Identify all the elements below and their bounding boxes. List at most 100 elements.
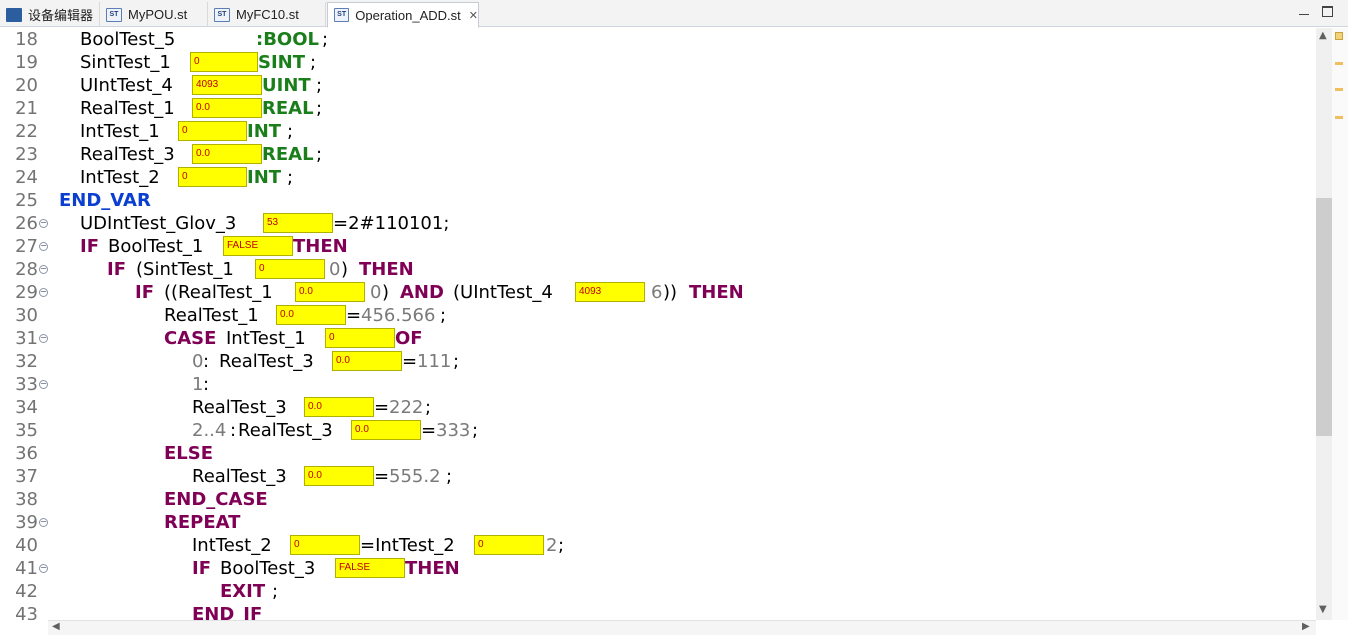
code-line: 18 BoolTest_5 :BOOL ; <box>0 28 1316 51</box>
semicolon: ; <box>453 351 460 372</box>
overview-mark[interactable] <box>1335 62 1343 65</box>
tab-mypou[interactable]: ST MyPOU.st <box>100 2 208 27</box>
type-keyword: INT <box>247 121 282 142</box>
of-keyword: OF <box>395 328 423 349</box>
monitor-value[interactable]: 0.0 <box>276 305 346 325</box>
end-var-keyword: END_VAR <box>59 190 151 211</box>
number-literal: 555.2 <box>389 466 441 487</box>
semicolon: ; <box>446 466 453 487</box>
type-keyword: REAL <box>262 98 314 119</box>
fold-collapse-icon[interactable]: − <box>39 219 48 228</box>
identifier: IntTest_2 <box>80 167 160 188</box>
line-number: 35 <box>15 420 38 441</box>
number-literal: 0 <box>329 259 341 280</box>
identifier: IntTest_1 <box>80 121 160 142</box>
monitor-value[interactable]: FALSE <box>223 236 293 256</box>
monitor-value[interactable]: 0 <box>190 52 258 72</box>
semicolon: ; <box>316 75 323 96</box>
line-number: 23 <box>15 144 38 165</box>
number-literal: 111 <box>417 351 452 372</box>
monitor-value[interactable]: 0 <box>178 167 247 187</box>
monitor-value[interactable]: 0.0 <box>295 282 365 302</box>
scroll-down-icon[interactable]: ▼ <box>1319 604 1327 615</box>
fold-collapse-icon[interactable]: − <box>39 380 48 389</box>
colon: : <box>230 420 237 441</box>
tab-device-editor[interactable]: 设备编辑器 <box>0 2 100 27</box>
fold-collapse-icon[interactable]: − <box>39 518 48 527</box>
identifier: RealTest_3 <box>238 420 333 441</box>
fold-collapse-icon[interactable]: − <box>39 265 48 274</box>
code-line: 31 − CASE IntTest_1 0 OF <box>0 327 1316 350</box>
scroll-up-icon[interactable]: ▲ <box>1319 30 1327 41</box>
monitor-value[interactable]: 0 <box>474 535 544 555</box>
monitor-value[interactable]: 0.0 <box>192 144 262 164</box>
semicolon: ; <box>440 305 447 326</box>
tab-label: MyFC10.st <box>236 7 299 22</box>
fold-collapse-icon[interactable]: − <box>39 334 48 343</box>
minimize-icon[interactable] <box>1299 12 1309 15</box>
monitor-value[interactable]: 0.0 <box>332 351 402 371</box>
code-line: 34 RealTest_3 0.0 = 222 ; <box>0 396 1316 419</box>
identifier: UIntTest_4 <box>80 75 173 96</box>
code-editor[interactable]: 18 BoolTest_5 :BOOL ; 19 SintTest_1 0 SI… <box>0 28 1348 620</box>
number-literal: 6 <box>651 282 663 303</box>
monitor-value[interactable]: 0 <box>178 121 247 141</box>
monitor-value[interactable]: 53 <box>263 213 333 233</box>
monitor-value[interactable]: 0.0 <box>304 466 374 486</box>
code-line: 29 − IF ((RealTest_1 0.0 0 ) AND (UIntTe… <box>0 281 1316 304</box>
fold-collapse-icon[interactable]: − <box>39 564 48 573</box>
monitor-value[interactable]: 4093 <box>575 282 645 302</box>
monitor-value[interactable]: 0 <box>290 535 360 555</box>
monitor-value[interactable]: 4093 <box>192 75 262 95</box>
overview-mark[interactable] <box>1335 88 1343 91</box>
code-line: 27 − IF BoolTest_1 FALSE THEN <box>0 235 1316 258</box>
code-line: 24 IntTest_2 0 INT ; <box>0 166 1316 189</box>
code-line: 25 END_VAR <box>0 189 1316 212</box>
line-number: 36 <box>15 443 38 464</box>
annotation-summary-icon[interactable] <box>1335 32 1343 40</box>
tab-label: 设备编辑器 <box>28 8 94 23</box>
monitor-value[interactable]: 0.0 <box>351 420 421 440</box>
repeat-keyword: REPEAT <box>164 512 241 533</box>
code-line: 42 EXIT ; <box>0 580 1316 603</box>
fold-collapse-icon[interactable]: − <box>39 242 48 251</box>
code-line: 20 UIntTest_4 4093 UINT ; <box>0 74 1316 97</box>
semicolon: ; <box>287 121 294 142</box>
if-keyword: IF <box>192 558 211 579</box>
horizontal-scrollbar[interactable] <box>48 620 1316 635</box>
monitor-value[interactable]: FALSE <box>335 558 405 578</box>
if-keyword: IF <box>135 282 154 303</box>
line-number: 40 <box>15 535 38 556</box>
scroll-right-icon[interactable]: ▶ <box>1302 621 1310 632</box>
maximize-icon[interactable] <box>1322 6 1333 17</box>
monitor-value[interactable]: 0.0 <box>304 397 374 417</box>
scroll-left-icon[interactable]: ◀ <box>52 621 60 632</box>
close-icon[interactable]: ✕ <box>469 9 478 22</box>
and-keyword: AND <box>400 282 444 303</box>
identifier: UDIntTest_Glov_3 <box>80 213 237 234</box>
number-literal: 333 <box>436 420 471 441</box>
code-line: 30 RealTest_1 0.0 = 456.566 ; <box>0 304 1316 327</box>
colon: : <box>203 351 210 372</box>
overview-mark[interactable] <box>1335 116 1343 119</box>
code-line: 19 SintTest_1 0 SINT ; <box>0 51 1316 74</box>
semicolon: ; <box>472 420 479 441</box>
fold-collapse-icon[interactable]: − <box>39 288 48 297</box>
type-keyword: :BOOL <box>256 29 319 50</box>
tab-label: Operation_ADD.st <box>355 7 461 23</box>
monitor-value[interactable]: 0 <box>255 259 325 279</box>
tab-operation-add[interactable]: ST Operation_ADD.st ✕ <box>327 2 479 28</box>
monitor-value[interactable]: 0.0 <box>192 98 262 118</box>
identifier: RealTest_3 <box>80 144 175 165</box>
colon: : <box>203 374 210 395</box>
then-keyword: THEN <box>293 236 348 257</box>
line-number: 33 <box>15 374 38 395</box>
scrollbar-thumb[interactable] <box>1316 198 1332 436</box>
editor-tab-bar: 设备编辑器 ST MyPOU.st ST MyFC10.st ST Operat… <box>0 0 1348 28</box>
then-keyword: THEN <box>405 558 460 579</box>
line-number: 21 <box>15 98 38 119</box>
end-case-keyword: END_CASE <box>164 489 268 510</box>
monitor-value[interactable]: 0 <box>325 328 395 348</box>
tab-myfc10[interactable]: ST MyFC10.st <box>208 2 326 27</box>
line-number: 30 <box>15 305 38 326</box>
